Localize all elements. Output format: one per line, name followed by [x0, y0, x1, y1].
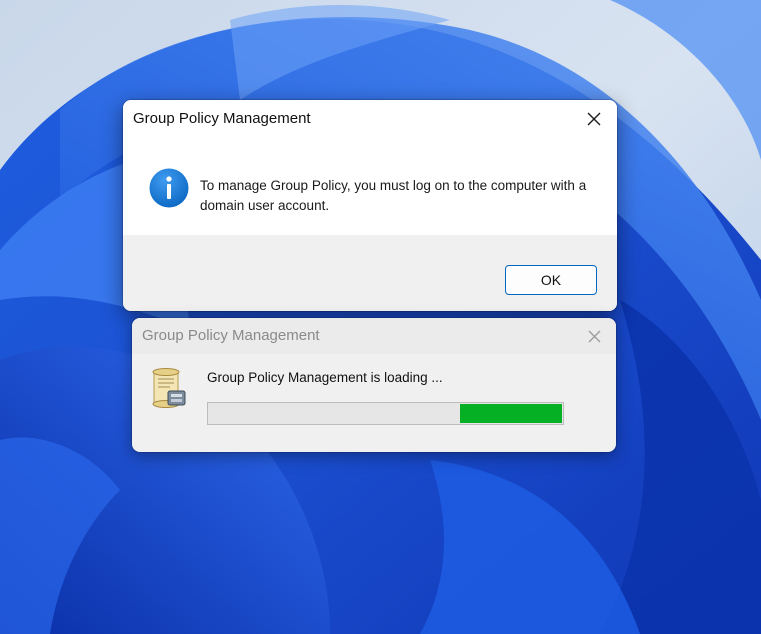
- loading-text: Group Policy Management is loading ...: [207, 370, 443, 385]
- message-dialog-content: To manage Group Policy, you must log on …: [123, 138, 617, 235]
- message-dialog-titlebar[interactable]: Group Policy Management: [123, 100, 617, 138]
- message-dialog-footer: OK: [123, 235, 617, 311]
- loading-dialog-title: Group Policy Management: [142, 327, 320, 344]
- message-dialog: Group Policy Management To manage Group …: [123, 100, 617, 311]
- message-text: To manage Group Policy, you must log on …: [200, 178, 587, 213]
- progress-bar: [207, 402, 564, 425]
- scroll-icon: [152, 368, 186, 408]
- loading-dialog-titlebar[interactable]: Group Policy Management: [132, 318, 616, 354]
- message-dialog-title: Group Policy Management: [133, 110, 311, 127]
- bloom-wallpaper: [0, 0, 761, 634]
- loading-dialog: Group Policy Management Group Policy Man…: [132, 318, 616, 452]
- ok-button[interactable]: OK: [505, 265, 597, 295]
- close-icon: [587, 112, 601, 126]
- info-icon: [149, 168, 189, 208]
- message-dialog-close-button[interactable]: [571, 100, 617, 138]
- desktop-wallpaper: [0, 0, 761, 634]
- progress-fill: [460, 404, 562, 423]
- close-icon: [588, 330, 600, 342]
- loading-dialog-close-button[interactable]: [572, 318, 616, 354]
